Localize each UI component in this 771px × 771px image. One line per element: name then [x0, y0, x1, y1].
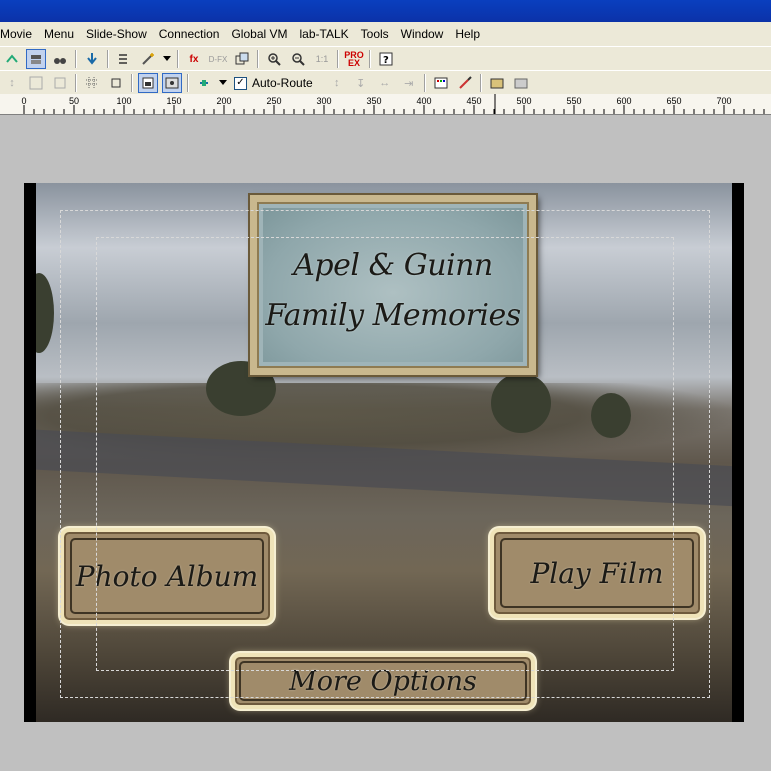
toolbar-separator [369, 50, 371, 68]
ruler-label: 500 [516, 96, 531, 106]
palette-icon[interactable] [431, 73, 451, 93]
toolbar-separator [75, 50, 77, 68]
menu-connection[interactable]: Connection [153, 22, 226, 46]
toolbar-separator [423, 74, 426, 92]
play-film-button[interactable]: Play Film [490, 528, 704, 618]
pro-ex-icon[interactable]: PRO EX [344, 49, 364, 69]
dropdown-arrow-icon[interactable] [218, 73, 228, 93]
menu-tools[interactable]: Tools [355, 22, 395, 46]
ruler-label: 0 [21, 96, 26, 106]
window-title-bar [0, 0, 771, 22]
dropdown-arrow-icon[interactable] [162, 49, 172, 69]
auto-route-checkbox[interactable]: ✓ [234, 76, 247, 90]
defx-icon[interactable]: D-FX [208, 49, 228, 69]
menu-lab-talk[interactable]: lab-TALK [294, 22, 355, 46]
ruler-label: 600 [616, 96, 631, 106]
align-disabled-icon[interactable]: ↕ [2, 73, 22, 93]
vertical-spacing-icon[interactable]: ↕ [327, 73, 347, 93]
menu-global-vm[interactable]: Global VM [225, 22, 293, 46]
link-tool-icon[interactable] [2, 49, 22, 69]
toolbar-separator [337, 50, 339, 68]
tree [491, 373, 551, 433]
toolbar-separator [187, 74, 189, 92]
menu-bar: Movie Menu Slide-Show Connection Global … [0, 22, 771, 46]
secondary-toolbar: ↕ ✓ Auto-Route ↕ ↧ ↔ ⇥ [0, 70, 771, 95]
ruler-label: 100 [116, 96, 131, 106]
menu-movie[interactable]: Movie [0, 22, 38, 46]
zoom-out-icon[interactable] [288, 49, 308, 69]
menu-menu[interactable]: Menu [38, 22, 80, 46]
background-landscape: Apel & Guinn Family Memories Photo Album… [36, 183, 732, 722]
binoculars-icon[interactable] [50, 49, 70, 69]
toolbar-separator [479, 74, 482, 92]
ruler-label: 550 [566, 96, 581, 106]
magic-wand-icon[interactable] [138, 49, 158, 69]
ruler-label: 400 [416, 96, 431, 106]
multi-window-icon[interactable] [232, 49, 252, 69]
zoom-1to1-button[interactable]: 1:1 [312, 49, 332, 69]
connector-icon[interactable] [194, 73, 214, 93]
menu-slide-show[interactable]: Slide-Show [80, 22, 153, 46]
ruler-label: 450 [466, 96, 481, 106]
grid-disabled-icon[interactable] [26, 73, 46, 93]
title-photo [263, 208, 523, 362]
menu-help[interactable]: Help [449, 22, 486, 46]
edit-mode-icon[interactable] [162, 73, 182, 93]
photo-album-button[interactable]: Photo Album [60, 528, 274, 624]
distribute-disabled-icon[interactable] [50, 73, 70, 93]
ruler-label: 200 [216, 96, 231, 106]
layers-tool-icon[interactable] [26, 49, 46, 69]
zoom-in-icon[interactable] [264, 49, 284, 69]
title-line-2: Family Memories [265, 298, 521, 333]
toolbar-separator [107, 50, 109, 68]
export-icon[interactable] [511, 73, 531, 93]
effects-fx-icon[interactable]: fx [184, 49, 204, 69]
help-question-icon[interactable]: ? [376, 49, 396, 69]
ruler-label: 350 [366, 96, 381, 106]
tree [591, 393, 631, 438]
grid-icon[interactable] [82, 73, 102, 93]
title-frame: Apel & Guinn Family Memories [250, 195, 536, 375]
horizontal-ruler: 0 50 100 150 200 250 300 350 400 450 500 550 600 650 7… [0, 94, 771, 115]
vertical-align-icon[interactable]: ↧ [351, 73, 371, 93]
more-options-label: More Options [289, 665, 477, 697]
toolbar-separator [257, 50, 259, 68]
menu-window[interactable]: Window [395, 22, 450, 46]
auto-route-label: Auto-Route [252, 76, 313, 90]
preview-mode-icon[interactable] [138, 73, 158, 93]
ruler-label: 50 [69, 96, 79, 106]
burn-disc-icon[interactable] [487, 73, 507, 93]
download-arrow-icon[interactable] [82, 49, 102, 69]
horizontal-align-icon[interactable]: ⇥ [399, 73, 419, 93]
sort-list-icon[interactable] [114, 49, 134, 69]
ruler-label: 650 [666, 96, 681, 106]
horizontal-spacing-icon[interactable]: ↔ [375, 73, 395, 93]
tree [36, 273, 54, 353]
toolbar-separator [177, 50, 179, 68]
play-film-label: Play Film [530, 556, 664, 590]
ruler-label: 300 [316, 96, 331, 106]
menu-preview-canvas: Apel & Guinn Family Memories Photo Album… [24, 183, 744, 722]
svg-text:?: ? [383, 55, 389, 66]
safe-area-icon[interactable] [106, 73, 126, 93]
ruler-ticks: 0 50 100 150 200 250 300 350 400 450 500 550 600 650 7… [21, 94, 765, 114]
title-line-1: Apel & Guinn [293, 248, 493, 283]
ruler-label: 250 [266, 96, 281, 106]
paint-brush-icon[interactable] [455, 73, 475, 93]
toolbar-separator [75, 74, 77, 92]
ruler-label: 150 [166, 96, 181, 106]
ruler-label: 700 [716, 96, 731, 106]
main-toolbar: fx D-FX 1:1 PRO EX ? [0, 46, 771, 71]
toolbar-separator [131, 74, 133, 92]
photo-album-label: Photo Album [75, 559, 259, 593]
more-options-button[interactable]: More Options [231, 653, 535, 709]
